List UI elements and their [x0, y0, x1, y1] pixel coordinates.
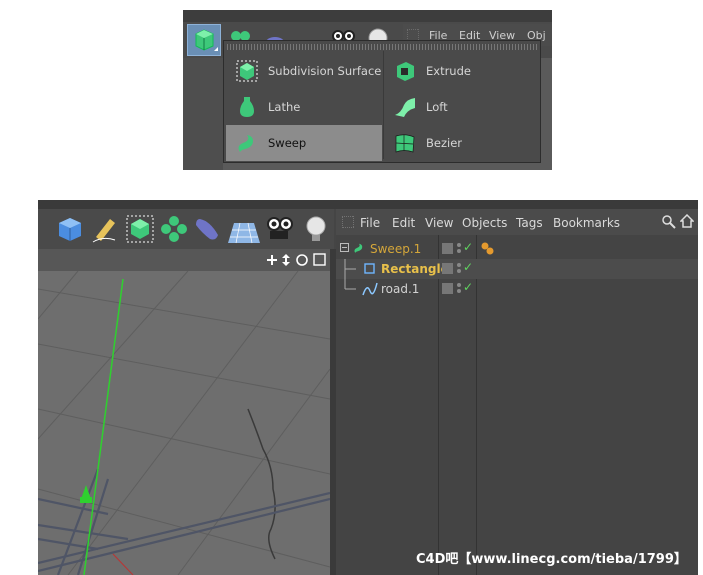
menu-item-label: Extrude: [426, 64, 471, 78]
light-bulb-icon: [306, 216, 326, 241]
rectangle-spline-icon: [364, 263, 375, 274]
layer-icon[interactable]: [442, 283, 453, 294]
enabled-check-icon[interactable]: ✓: [463, 240, 473, 254]
menu-item-loft[interactable]: Loft: [384, 89, 540, 125]
toolbar: [38, 209, 334, 249]
zoom-view-icon: [282, 254, 290, 266]
object-name: road.1: [381, 282, 420, 296]
home-icon[interactable]: [680, 214, 694, 228]
visibility-dots-icon[interactable]: [456, 262, 462, 274]
bezier-icon: [395, 134, 415, 153]
phong-tag-icon[interactable]: [480, 241, 494, 255]
layer-icon[interactable]: [442, 263, 453, 274]
object-manager: File Edit View Objects Tags Bookmarks Sw…: [336, 209, 698, 575]
cube-tool-button[interactable]: [54, 213, 86, 245]
generator-menu-screenshot: File Edit View Obj Subdivision Surface E…: [183, 10, 552, 170]
editor-screenshot: File Edit View Objects Tags Bookmarks Sw…: [38, 200, 698, 575]
generator-tool-button[interactable]: [187, 24, 221, 56]
object-row-rectangle[interactable]: Rectangle ✓: [336, 259, 698, 279]
subdivision-surface-icon: [236, 60, 258, 82]
viewport-nav-icons[interactable]: [266, 253, 328, 267]
menu-item-label: Lathe: [268, 100, 301, 114]
sweep-icon: [354, 243, 363, 253]
generators-dropdown: Subdivision Surface Extrude Lathe Loft S…: [223, 40, 541, 163]
tear-off-handle[interactable]: [227, 44, 537, 50]
menu-item-label: Loft: [426, 100, 448, 114]
subdivision-tool-button[interactable]: [124, 213, 156, 245]
menu-bookmarks[interactable]: Bookmarks: [553, 216, 620, 230]
maximize-view-icon: [313, 253, 326, 266]
extrude-icon: [397, 62, 414, 81]
object-manager-menu: File Edit View Objects Tags Bookmarks: [336, 209, 698, 235]
array-icon: [161, 216, 187, 242]
move-view-icon: [267, 255, 277, 265]
spline-icon: [362, 282, 378, 296]
floor-icon: [228, 222, 260, 244]
pen-tool-button[interactable]: [90, 213, 122, 245]
sweep-icon: [238, 135, 253, 152]
menu-item-extrude[interactable]: Extrude: [384, 53, 540, 89]
subdivision-surface-icon: [126, 215, 154, 243]
array-tool-button[interactable]: [158, 213, 190, 245]
menu-objects[interactable]: Objects: [462, 216, 507, 230]
visibility-dots-icon[interactable]: [456, 242, 462, 254]
menu-item-sweep[interactable]: Sweep: [226, 125, 382, 161]
menu-item-bezier[interactable]: Bezier: [384, 125, 540, 161]
cube-icon: [59, 218, 81, 241]
menu-edit[interactable]: Edit: [392, 216, 415, 230]
menu-item-label: Bezier: [426, 136, 462, 150]
enabled-check-icon[interactable]: ✓: [463, 260, 473, 274]
menu-tags[interactable]: Tags: [516, 216, 543, 230]
search-icon[interactable]: [662, 215, 676, 229]
viewport-header: [38, 249, 330, 271]
object-row-road[interactable]: road.1 ✓: [336, 279, 698, 299]
enabled-check-icon[interactable]: ✓: [463, 280, 473, 294]
object-name: Rectangle: [381, 262, 449, 276]
watermark-text: C4D吧【www.linecg.com/tieba/1799】: [416, 552, 687, 567]
loft-icon: [395, 98, 415, 117]
menu-view[interactable]: View: [425, 216, 453, 230]
hierarchy-line: [344, 279, 356, 290]
menu-bar: [38, 200, 698, 209]
light-tool-button[interactable]: [300, 213, 332, 245]
menu-item-lathe[interactable]: Lathe: [226, 89, 382, 125]
menu-item-subdivision-surface[interactable]: Subdivision Surface: [226, 53, 382, 89]
deformer-tool-button[interactable]: [192, 213, 224, 245]
collapse-toggle-icon[interactable]: [340, 243, 350, 253]
3d-viewport[interactable]: [38, 249, 331, 575]
menu-item-label: Subdivision Surface: [268, 64, 382, 78]
hierarchy-line: [344, 259, 356, 279]
floor-tool-button[interactable]: [226, 213, 262, 245]
visibility-dots-icon[interactable]: [456, 282, 462, 294]
object-row-sweep[interactable]: Sweep.1 ✓: [336, 239, 698, 259]
subdivision-surface-icon: [195, 29, 218, 51]
bend-deformer-icon: [196, 219, 218, 240]
pen-icon: [92, 219, 116, 243]
grid-handle-icon[interactable]: [342, 216, 354, 228]
viewport-scene: [38, 270, 331, 575]
menu-file[interactable]: File: [360, 216, 380, 230]
camera-icon: [267, 217, 293, 239]
lathe-icon: [240, 97, 254, 117]
layer-icon[interactable]: [442, 243, 453, 254]
camera-tool-button[interactable]: [264, 213, 296, 245]
menu-bar: [183, 10, 552, 22]
viewport-area: [183, 58, 223, 170]
rotate-view-icon: [296, 254, 308, 266]
object-name: Sweep.1: [370, 242, 422, 256]
menu-item-label: Sweep: [268, 136, 307, 150]
